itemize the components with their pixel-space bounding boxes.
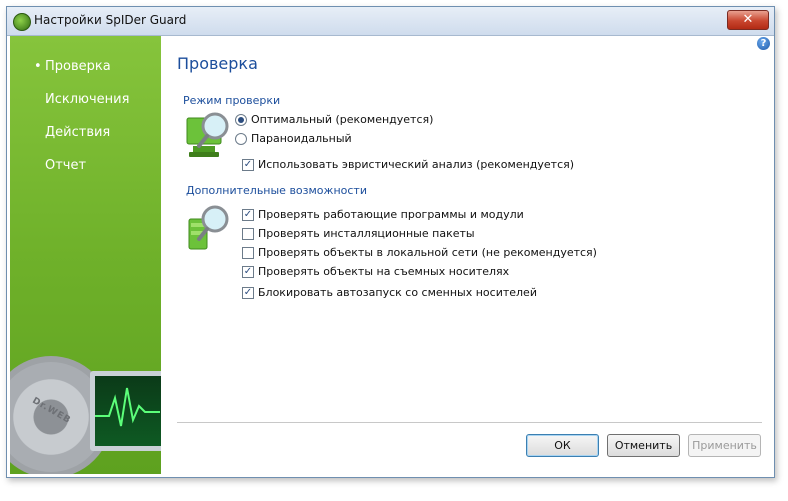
checkbox-removable-media-box[interactable]: ✓ [242, 265, 254, 278]
settings-window: Настройки SpIDer Guard ✕ • Проверка Искл… [6, 6, 775, 478]
scan-mode-heading: Режим проверки [183, 94, 281, 107]
sidebar-item-deystviya[interactable]: Действия [45, 125, 110, 140]
active-bullet-icon: • [34, 59, 42, 74]
ok-button[interactable]: ОК [526, 434, 599, 457]
close-button[interactable]: ✕ [727, 10, 769, 30]
checkbox-heuristic-box[interactable]: ✓ [242, 158, 254, 171]
radio-paranoid[interactable]: Параноидальный [235, 132, 352, 145]
magnifier-module-icon [188, 205, 229, 250]
pulse-line-icon [95, 387, 160, 427]
checkbox-install-packages-label: Проверять инсталляционные пакеты [258, 227, 475, 240]
radio-paranoid-label: Параноидальный [251, 132, 352, 145]
checkbox-block-autorun-box[interactable]: ✓ [242, 286, 254, 299]
cancel-button[interactable]: Отменить [607, 434, 680, 457]
checkbox-block-autorun[interactable]: ✓ Блокировать автозапуск со сменных носи… [242, 286, 537, 299]
spider-app-icon [13, 13, 31, 31]
radio-paranoid-control[interactable] [235, 132, 247, 145]
checkbox-removable-media-label: Проверять объекты на съемных носителях [258, 265, 510, 278]
footer-divider [177, 422, 762, 423]
window-title: Настройки SpIDer Guard [34, 13, 187, 27]
sidebar-item-isklyucheniya[interactable]: Исключения [45, 92, 129, 107]
monitor-pulse-icon [90, 371, 161, 451]
sidebar: • Проверка Исключения Действия Отчет Dr.… [10, 36, 161, 474]
extra-features-heading: Дополнительные возможности [186, 184, 367, 197]
sidebar-item-otchet[interactable]: Отчет [45, 158, 86, 173]
checkbox-running-programs[interactable]: ✓ Проверять работающие программы и модул… [242, 208, 524, 221]
page-title: Проверка [177, 54, 258, 73]
checkbox-running-programs-box[interactable]: ✓ [242, 208, 254, 221]
checkbox-removable-media[interactable]: ✓ Проверять объекты на съемных носителях [242, 265, 509, 278]
help-icon[interactable]: ? [757, 37, 770, 50]
checkbox-heuristic[interactable]: ✓ Использовать эвристический анализ (рек… [242, 158, 574, 171]
checkbox-running-programs-label: Проверять работающие программы и модули [258, 208, 524, 221]
radio-optimal-control[interactable] [235, 113, 247, 126]
radio-optimal[interactable]: Оптимальный (рекомендуется) [235, 113, 433, 126]
checkbox-heuristic-label: Использовать эвристический анализ (реком… [258, 158, 575, 171]
sidebar-item-label: Отчет [45, 158, 87, 173]
checkbox-network-objects-box[interactable] [242, 246, 254, 259]
checkbox-install-packages[interactable]: Проверять инсталляционные пакеты [242, 227, 475, 240]
title-bar: Настройки SpIDer Guard ✕ [7, 7, 774, 36]
checkbox-network-objects[interactable]: Проверять объекты в локальной сети (не р… [242, 246, 597, 259]
checkbox-block-autorun-label: Блокировать автозапуск со сменных носите… [258, 286, 537, 299]
magnifier-monitor-icon [186, 112, 229, 157]
checkbox-network-objects-label: Проверять объекты в локальной сети (не р… [258, 246, 597, 259]
checkbox-install-packages-box[interactable] [242, 227, 254, 240]
sidebar-item-label: Исключения [45, 92, 130, 107]
radio-optimal-label: Оптимальный (рекомендуется) [251, 113, 434, 126]
sidebar-item-label: Проверка [45, 59, 111, 74]
sidebar-item-label: Действия [45, 125, 111, 140]
sidebar-item-proverka[interactable]: • Проверка [34, 59, 111, 74]
apply-button[interactable]: Применить [688, 434, 761, 457]
